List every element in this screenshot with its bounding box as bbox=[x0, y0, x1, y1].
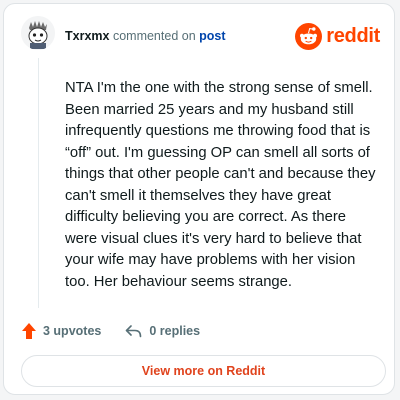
upvote-count[interactable]: 3 upvotes bbox=[43, 324, 101, 338]
view-more-button[interactable]: View more on Reddit bbox=[21, 355, 386, 387]
comment-body: NTA I'm the one with the strong sense of… bbox=[65, 80, 376, 290]
action-text: commented on bbox=[109, 29, 200, 43]
upvote-arrow-icon[interactable] bbox=[21, 322, 37, 340]
reply-count[interactable]: 0 replies bbox=[149, 324, 200, 338]
username-link[interactable]: Txrxmx bbox=[65, 29, 109, 43]
thread-line bbox=[38, 58, 39, 308]
post-link[interactable]: post bbox=[199, 29, 225, 43]
comment-actions: 3 upvotes 0 replies bbox=[21, 320, 200, 342]
reddit-wordmark: reddit bbox=[326, 24, 380, 47]
comment-card: Txrxmx commented on post reddit NTA I'm … bbox=[3, 3, 395, 395]
comment-header: Txrxmx commented on post bbox=[65, 29, 226, 43]
avatar[interactable] bbox=[21, 16, 55, 50]
reply-arrow-icon[interactable] bbox=[125, 324, 142, 338]
reddit-brand[interactable]: reddit bbox=[295, 22, 380, 50]
reddit-logo-icon bbox=[295, 22, 323, 50]
